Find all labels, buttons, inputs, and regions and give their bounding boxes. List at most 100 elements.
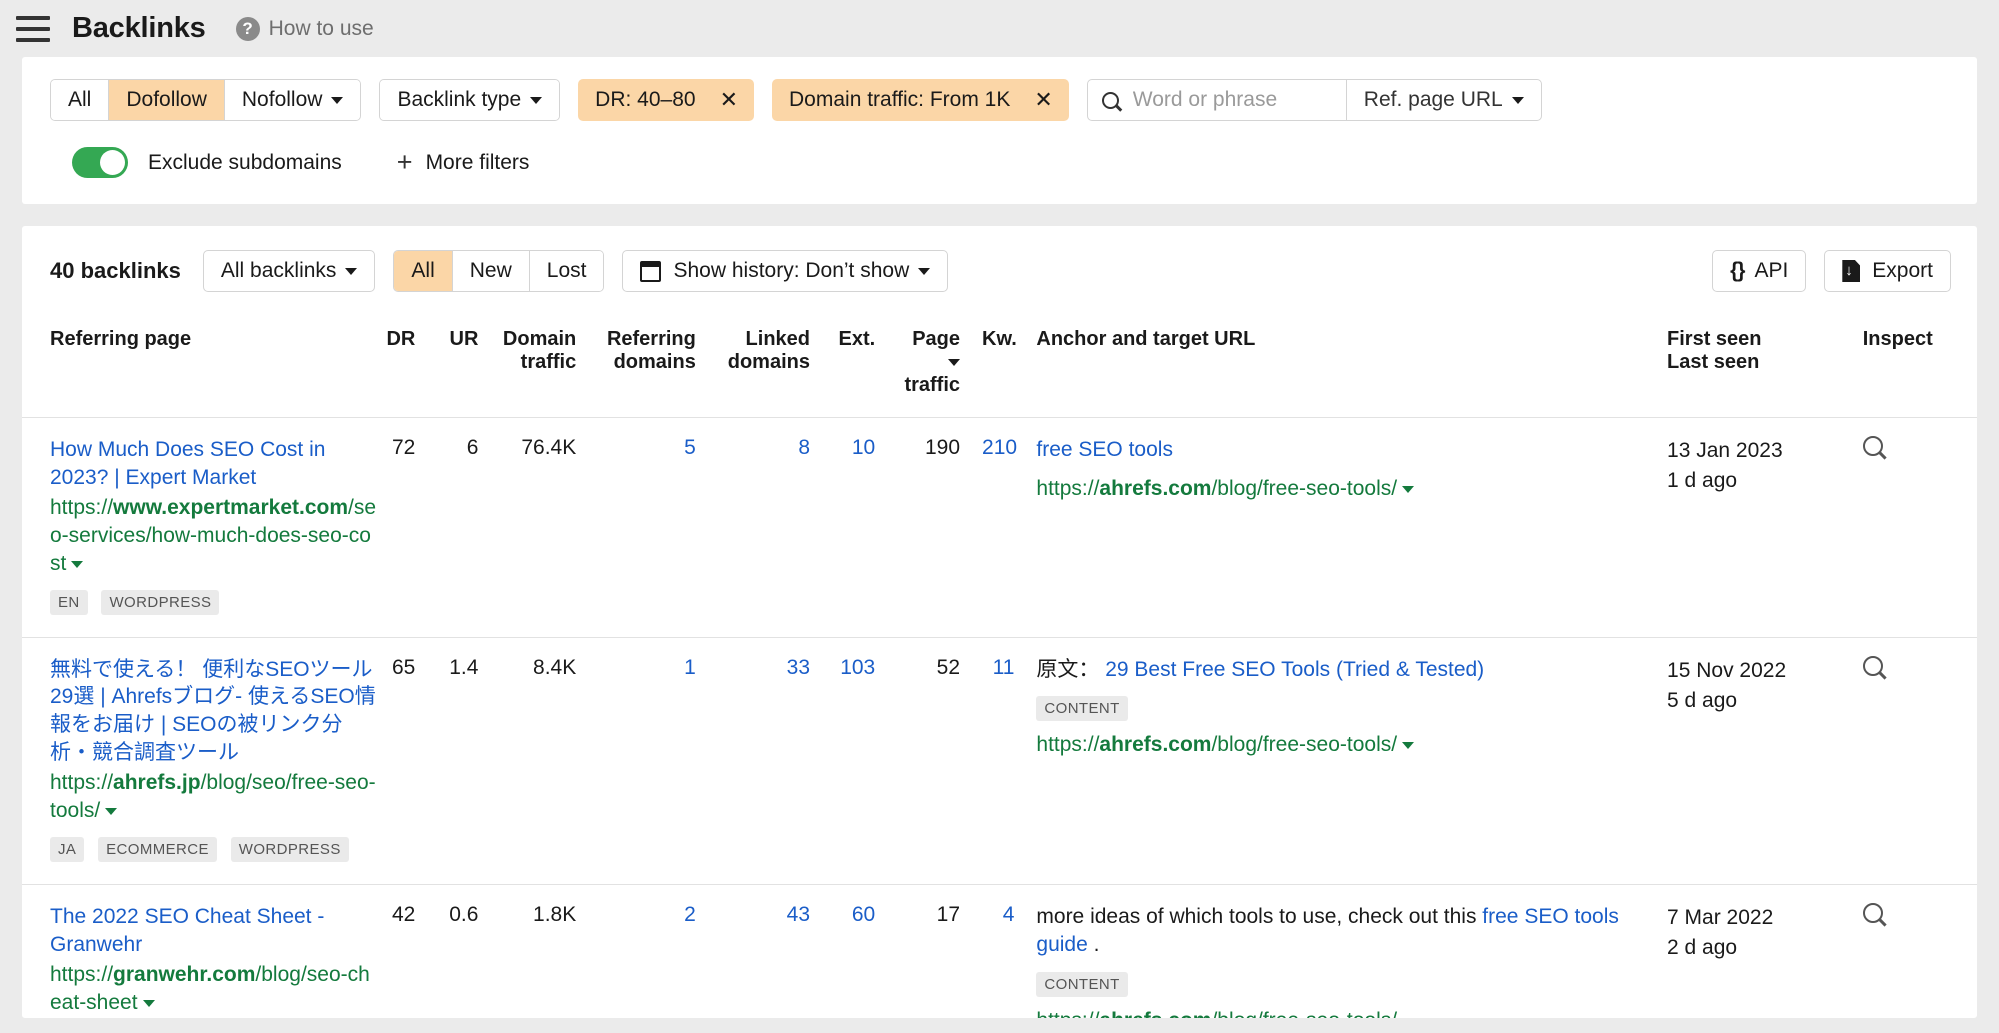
filter-dofollow[interactable]: Dofollow (109, 80, 225, 120)
target-scheme: https:// (1036, 733, 1099, 756)
url-scheme: https:// (50, 496, 113, 519)
filter-pill-dr[interactable]: DR: 40–80 ✕ (578, 79, 754, 121)
anchor-suffix: . (1094, 933, 1100, 956)
tab-all[interactable]: All (394, 251, 452, 291)
col-ur-label: UR (450, 328, 479, 350)
target-domain: ahrefs.com (1099, 1009, 1211, 1018)
anchor-line: 原文： 29 Best Free SEO Tools (Tried & Test… (1036, 656, 1645, 685)
cell-referring-page: 無料で使える！ 便利なSEOツール29選 | Ahrefsブログ- 使えるSEO… (22, 637, 381, 884)
col-linked-domains-label-1: Linked (746, 328, 810, 350)
col-ext[interactable]: Ext. (832, 316, 897, 418)
toggle-knob (100, 150, 125, 175)
cell-domain-traffic: 76.4K (500, 418, 598, 638)
backlink-type-item[interactable]: Backlink type (380, 80, 559, 120)
cell-kw[interactable]: 4 (982, 884, 1036, 1018)
cell-linked-domains[interactable]: 43 (718, 884, 832, 1018)
search-input[interactable] (1131, 87, 1332, 113)
close-icon[interactable]: ✕ (712, 87, 754, 113)
col-dr[interactable]: DR (381, 316, 438, 418)
last-seen-value: 2 d ago (1667, 933, 1841, 963)
chevron-down-icon[interactable] (1402, 742, 1414, 749)
filter-nofollow-label: Nofollow (242, 88, 323, 112)
hamburger-icon[interactable] (16, 16, 50, 42)
col-linked-domains[interactable]: Linked domains (718, 316, 832, 418)
export-button[interactable]: Export (1824, 250, 1951, 292)
question-mark-icon: ? (236, 17, 260, 41)
col-kw-label: Kw. (982, 328, 1017, 350)
cell-referring-domains[interactable]: 1 (598, 637, 718, 884)
backlinks-table-panel: 40 backlinks All backlinks All New Lost … (22, 226, 1977, 1018)
ref-page-url-dropdown[interactable]: Ref. page URL (1346, 80, 1541, 120)
braces-icon: {} (1730, 259, 1744, 283)
exclude-subdomains-toggle[interactable] (72, 147, 128, 178)
tab-new-label: New (470, 259, 512, 283)
referring-page-url[interactable]: https://www.expertmarket.com/seo-service… (50, 494, 381, 577)
search-box[interactable] (1088, 80, 1346, 120)
cell-inspect (1863, 884, 1977, 1018)
plus-icon: + (397, 149, 413, 176)
cell-kw[interactable]: 11 (982, 637, 1036, 884)
cell-first-last-seen: 7 Mar 2022 2 d ago (1667, 884, 1863, 1018)
referring-page-url[interactable]: https://ahrefs.jp/blog/seo/free-seo-tool… (50, 769, 381, 824)
close-icon[interactable]: ✕ (1026, 87, 1068, 113)
cell-first-last-seen: 15 Nov 2022 5 d ago (1667, 637, 1863, 884)
tab-all-label: All (411, 259, 434, 283)
col-domain-traffic[interactable]: Domain traffic (500, 316, 598, 418)
col-kw[interactable]: Kw. (982, 316, 1036, 418)
col-inspect-label: Inspect (1863, 328, 1933, 350)
chevron-down-icon[interactable] (105, 808, 117, 815)
magnifier-icon[interactable] (1863, 436, 1883, 456)
chevron-down-icon (530, 97, 542, 104)
tab-lost[interactable]: Lost (530, 251, 604, 291)
filter-nofollow[interactable]: Nofollow (225, 80, 361, 120)
more-filters-button[interactable]: + More filters (397, 149, 530, 176)
cell-kw[interactable]: 210 (982, 418, 1036, 638)
cell-ext[interactable]: 60 (832, 884, 897, 1018)
all-backlinks-dropdown[interactable]: All backlinks (203, 250, 376, 292)
anchor-text[interactable]: 29 Best Free SEO Tools (Tried & Tested) (1105, 658, 1484, 681)
target-url[interactable]: https://ahrefs.com/blog/free-seo-tools/ (1036, 731, 1645, 758)
tag: CONTENT (1036, 972, 1127, 997)
referring-page-title[interactable]: The 2022 SEO Cheat Sheet - Granwehr (50, 903, 381, 958)
referring-page-url[interactable]: https://granwehr.com/blog/seo-cheat-shee… (50, 961, 381, 1016)
how-to-use-label: How to use (269, 17, 374, 41)
chevron-down-icon[interactable] (143, 1000, 155, 1007)
cell-linked-domains[interactable]: 33 (718, 637, 832, 884)
show-history-dropdown[interactable]: Show history: Don’t show (622, 250, 948, 292)
chevron-down-icon[interactable] (1402, 486, 1414, 493)
col-anchor-target-url[interactable]: Anchor and target URL (1036, 316, 1667, 418)
cell-referring-domains[interactable]: 5 (598, 418, 718, 638)
url-scheme: https:// (50, 771, 113, 794)
chevron-down-icon[interactable] (71, 561, 83, 568)
cell-ext[interactable]: 103 (832, 637, 897, 884)
col-page-traffic[interactable]: Page traffic (897, 316, 982, 418)
magnifier-icon[interactable] (1863, 903, 1883, 923)
cell-page-traffic: 190 (897, 418, 982, 638)
magnifier-icon[interactable] (1863, 656, 1883, 676)
api-button[interactable]: {} API (1712, 250, 1806, 292)
cell-referring-domains[interactable]: 2 (598, 884, 718, 1018)
anchor-text[interactable]: free SEO tools (1036, 438, 1173, 461)
referring-page-title[interactable]: How Much Does SEO Cost in 2023? | Expert… (50, 436, 381, 491)
col-ur[interactable]: UR (437, 316, 500, 418)
tab-new[interactable]: New (453, 251, 530, 291)
col-first-last-seen[interactable]: First seen Last seen (1667, 316, 1863, 418)
col-referring-domains-label-2: domains (598, 351, 696, 374)
chevron-down-icon (331, 97, 343, 104)
tag: JA (50, 837, 84, 862)
target-url[interactable]: https://ahrefs.com/blog/free-seo-tools/ (1036, 475, 1645, 502)
filter-all[interactable]: All (51, 80, 109, 120)
how-to-use-link[interactable]: ? How to use (236, 17, 374, 41)
target-scheme: https:// (1036, 477, 1099, 500)
col-referring-domains[interactable]: Referring domains (598, 316, 718, 418)
follow-type-segmented-control: All Dofollow Nofollow (50, 79, 361, 121)
filter-pill-domain-traffic[interactable]: Domain traffic: From 1K ✕ (772, 79, 1069, 121)
cell-linked-domains[interactable]: 8 (718, 418, 832, 638)
referring-page-title[interactable]: 無料で使える！ 便利なSEOツール29選 | Ahrefsブログ- 使えるSEO… (50, 656, 381, 767)
backlink-type-dropdown[interactable]: Backlink type (379, 79, 560, 121)
col-referring-page[interactable]: Referring page (22, 316, 381, 418)
chevron-down-icon (345, 268, 357, 275)
cell-ext[interactable]: 10 (832, 418, 897, 638)
target-url[interactable]: https://ahrefs.com/blog/free-seo-tools/ (1036, 1007, 1645, 1018)
cell-ur: 6 (437, 418, 500, 638)
